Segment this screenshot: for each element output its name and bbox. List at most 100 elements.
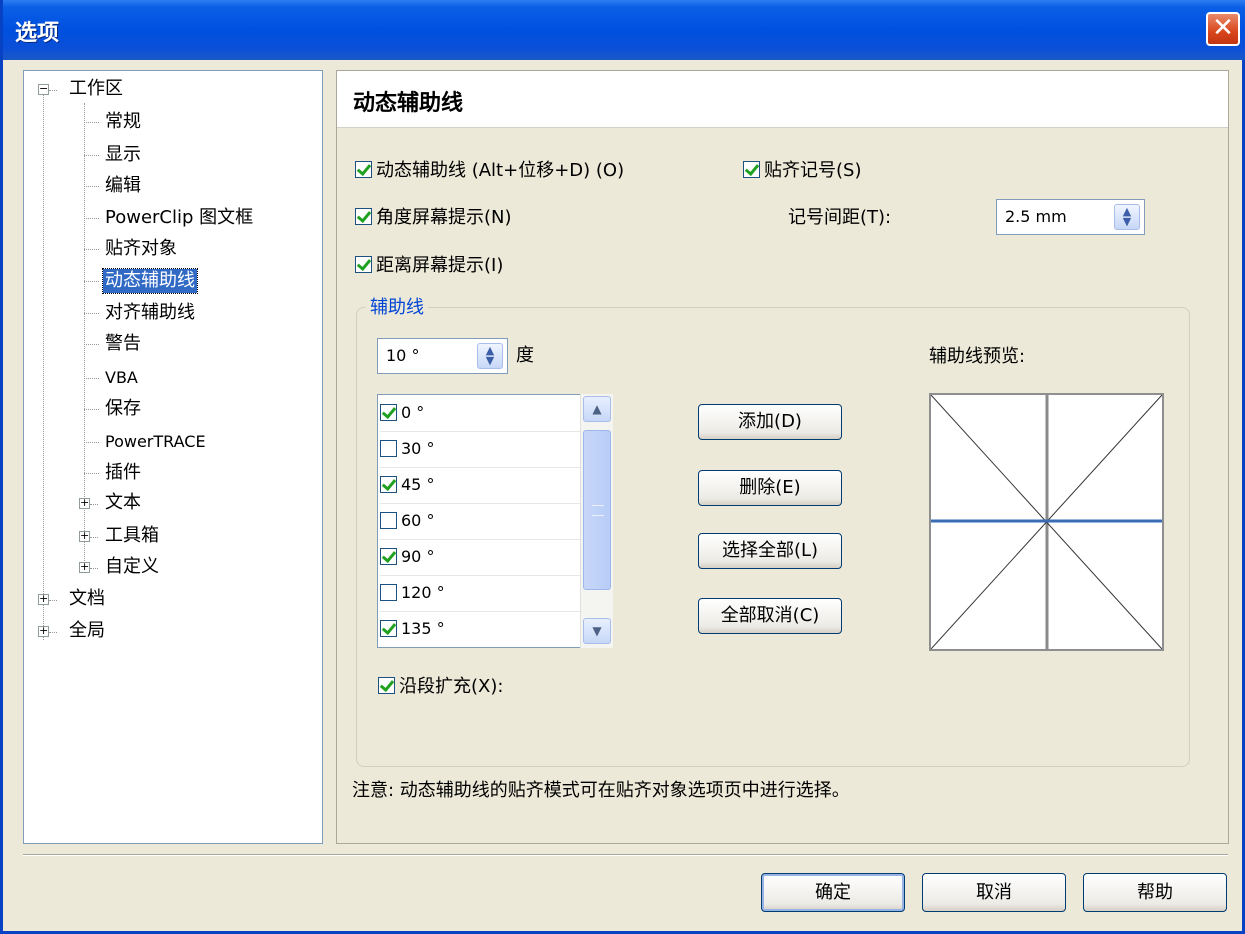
tree-item-workspace[interactable]: 工作区 — [67, 77, 125, 101]
tree-connector — [84, 409, 99, 410]
title-bar[interactable]: 选项 ✕ — [3, 0, 1245, 60]
list-item[interactable]: 90 ° — [380, 539, 580, 576]
tree-connector — [84, 155, 99, 156]
list-item[interactable]: 30 ° — [380, 431, 580, 468]
angle-label: 120 ° — [401, 583, 445, 602]
collapse-icon[interactable]: − — [38, 83, 49, 95]
checkbox-unchecked-icon[interactable] — [380, 440, 397, 457]
spinner-arrows-icon[interactable]: ▲ ▼ — [477, 343, 503, 369]
tree-connector — [84, 378, 99, 379]
panel-header: 动态辅助线 — [337, 71, 1228, 128]
checkbox-unchecked-icon[interactable] — [380, 584, 397, 601]
tree-connector — [43, 90, 44, 640]
close-button[interactable]: ✕ — [1206, 12, 1240, 46]
tree-connector — [84, 249, 99, 250]
checkbox-checked-icon[interactable] — [380, 620, 397, 637]
tree-item-toolbox[interactable]: 工具箱 — [103, 524, 161, 548]
grip-icon — [592, 505, 604, 516]
tree-item-general[interactable]: 常规 — [103, 110, 143, 134]
list-item[interactable]: 45 ° — [380, 467, 580, 504]
checkbox-checked-icon[interactable] — [378, 676, 395, 694]
checkbox-unchecked-icon[interactable] — [380, 512, 397, 529]
add-button[interactable]: 添加(D) — [698, 404, 842, 440]
tree-item-edit[interactable]: 编辑 — [103, 174, 143, 198]
angle-unit-label: 度 — [516, 345, 534, 366]
tree-item-vba[interactable]: VBA — [103, 366, 140, 390]
tree-connector — [84, 473, 99, 474]
list-item[interactable]: 60 ° — [380, 503, 580, 540]
checkbox-checked-icon[interactable] — [380, 404, 397, 421]
spinner-arrows-icon[interactable]: ▲ ▼ — [1114, 204, 1140, 230]
angle-label: 45 ° — [401, 475, 435, 494]
tree-item-powerclip[interactable]: PowerClip 图文框 — [103, 206, 255, 230]
guides-group-label: 辅助线 — [366, 297, 428, 319]
tree-connector — [90, 568, 98, 569]
scroll-up-icon[interactable]: ▲ — [583, 396, 611, 422]
snap-ticks-label: 贴齐记号(S) — [764, 160, 862, 181]
cancel-button[interactable]: 取消 — [922, 873, 1066, 912]
tree-item-powertrace[interactable]: PowerTRACE — [103, 430, 208, 454]
expand-icon[interactable]: + — [38, 625, 49, 637]
angle-label: 135 ° — [401, 619, 445, 638]
expand-icon[interactable]: + — [79, 530, 90, 542]
close-icon: ✕ — [1212, 13, 1234, 43]
tree-item-plugins[interactable]: 插件 — [103, 461, 143, 485]
angle-label: 90 ° — [401, 547, 435, 566]
checkbox-checked-icon[interactable] — [743, 160, 760, 178]
dynamic-guides-checkbox[interactable]: 动态辅助线 (Alt+位移+D) (O) — [355, 159, 624, 183]
scrollbar-thumb[interactable] — [583, 430, 611, 590]
category-tree[interactable]: − 工作区 常规 显示 编辑 PowerClip 图文框 贴齐对象 动态辅助线 … — [23, 70, 323, 844]
list-item[interactable]: 135 ° — [380, 611, 580, 647]
tree-item-customize[interactable]: 自定义 — [103, 555, 161, 579]
tree-connector — [49, 600, 57, 601]
angle-tooltip-checkbox[interactable]: 角度屏幕提示(N) — [355, 206, 512, 230]
ok-button[interactable]: 确定 — [761, 873, 905, 912]
scroll-down-icon[interactable]: ▼ — [583, 618, 611, 644]
expand-icon[interactable]: + — [79, 561, 90, 573]
tree-item-alignment-guides[interactable]: 对齐辅助线 — [103, 301, 197, 325]
angle-label: 60 ° — [401, 511, 435, 530]
distance-tooltip-checkbox[interactable]: 距离屏幕提示(I) — [355, 254, 503, 278]
checkbox-checked-icon[interactable] — [355, 207, 372, 225]
expand-icon[interactable]: + — [79, 497, 90, 509]
angle-list-scrollbar[interactable]: ▲ ▼ — [580, 394, 613, 648]
checkbox-checked-icon[interactable] — [355, 255, 372, 273]
checkbox-checked-icon[interactable] — [355, 160, 372, 178]
tick-spacing-input[interactable]: 2.5 mm ▲ ▼ — [996, 199, 1145, 235]
checkbox-checked-icon[interactable] — [380, 548, 397, 565]
page-title: 动态辅助线 — [353, 91, 464, 116]
deselect-all-button[interactable]: 全部取消(C) — [698, 598, 842, 634]
extend-along-segment-checkbox[interactable]: 沿段扩充(X): — [378, 675, 503, 699]
tree-item-global[interactable]: 全局 — [67, 619, 107, 643]
snap-ticks-checkbox[interactable]: 贴齐记号(S) — [743, 159, 861, 183]
tree-item-text[interactable]: 文本 — [103, 491, 143, 515]
select-all-button[interactable]: 选择全部(L) — [698, 533, 842, 569]
angle-list[interactable]: 0 ° 30 ° 45 ° 60 ° 90 ° 120 ° 135 ° — [377, 394, 613, 648]
delete-button[interactable]: 删除(E) — [698, 470, 842, 506]
tree-connector — [84, 344, 99, 345]
tree-item-display[interactable]: 显示 — [103, 143, 143, 167]
tree-item-document[interactable]: 文档 — [67, 587, 107, 611]
tree-connector — [49, 632, 57, 633]
tick-spacing-label: 记号间距(T): — [788, 207, 892, 228]
angle-step-value: 10 ° — [386, 346, 420, 365]
list-item[interactable]: 120 ° — [380, 575, 580, 612]
tree-connector — [84, 186, 99, 187]
checkbox-checked-icon[interactable] — [380, 476, 397, 493]
angle-label: 0 ° — [401, 403, 425, 422]
tree-item-dynamic-guides[interactable]: 动态辅助线 — [102, 268, 198, 294]
help-button[interactable]: 帮助 — [1083, 873, 1227, 912]
dynamic-guides-label: 动态辅助线 (Alt+位移+D) (O) — [376, 160, 625, 181]
preview-label: 辅助线预览: — [929, 346, 1026, 367]
tree-item-snap-objects[interactable]: 贴齐对象 — [103, 237, 179, 261]
guides-preview — [929, 393, 1164, 651]
expand-icon[interactable]: + — [38, 593, 49, 605]
tree-item-save[interactable]: 保存 — [103, 397, 143, 421]
tree-item-warnings[interactable]: 警告 — [103, 332, 143, 356]
list-item[interactable]: 0 ° — [380, 395, 580, 432]
angle-step-input[interactable]: 10 ° ▲ ▼ — [377, 338, 508, 374]
tree-connector — [84, 313, 99, 314]
tree-connector — [49, 90, 57, 91]
tree-connector — [84, 218, 99, 219]
tree-connector — [90, 537, 98, 538]
